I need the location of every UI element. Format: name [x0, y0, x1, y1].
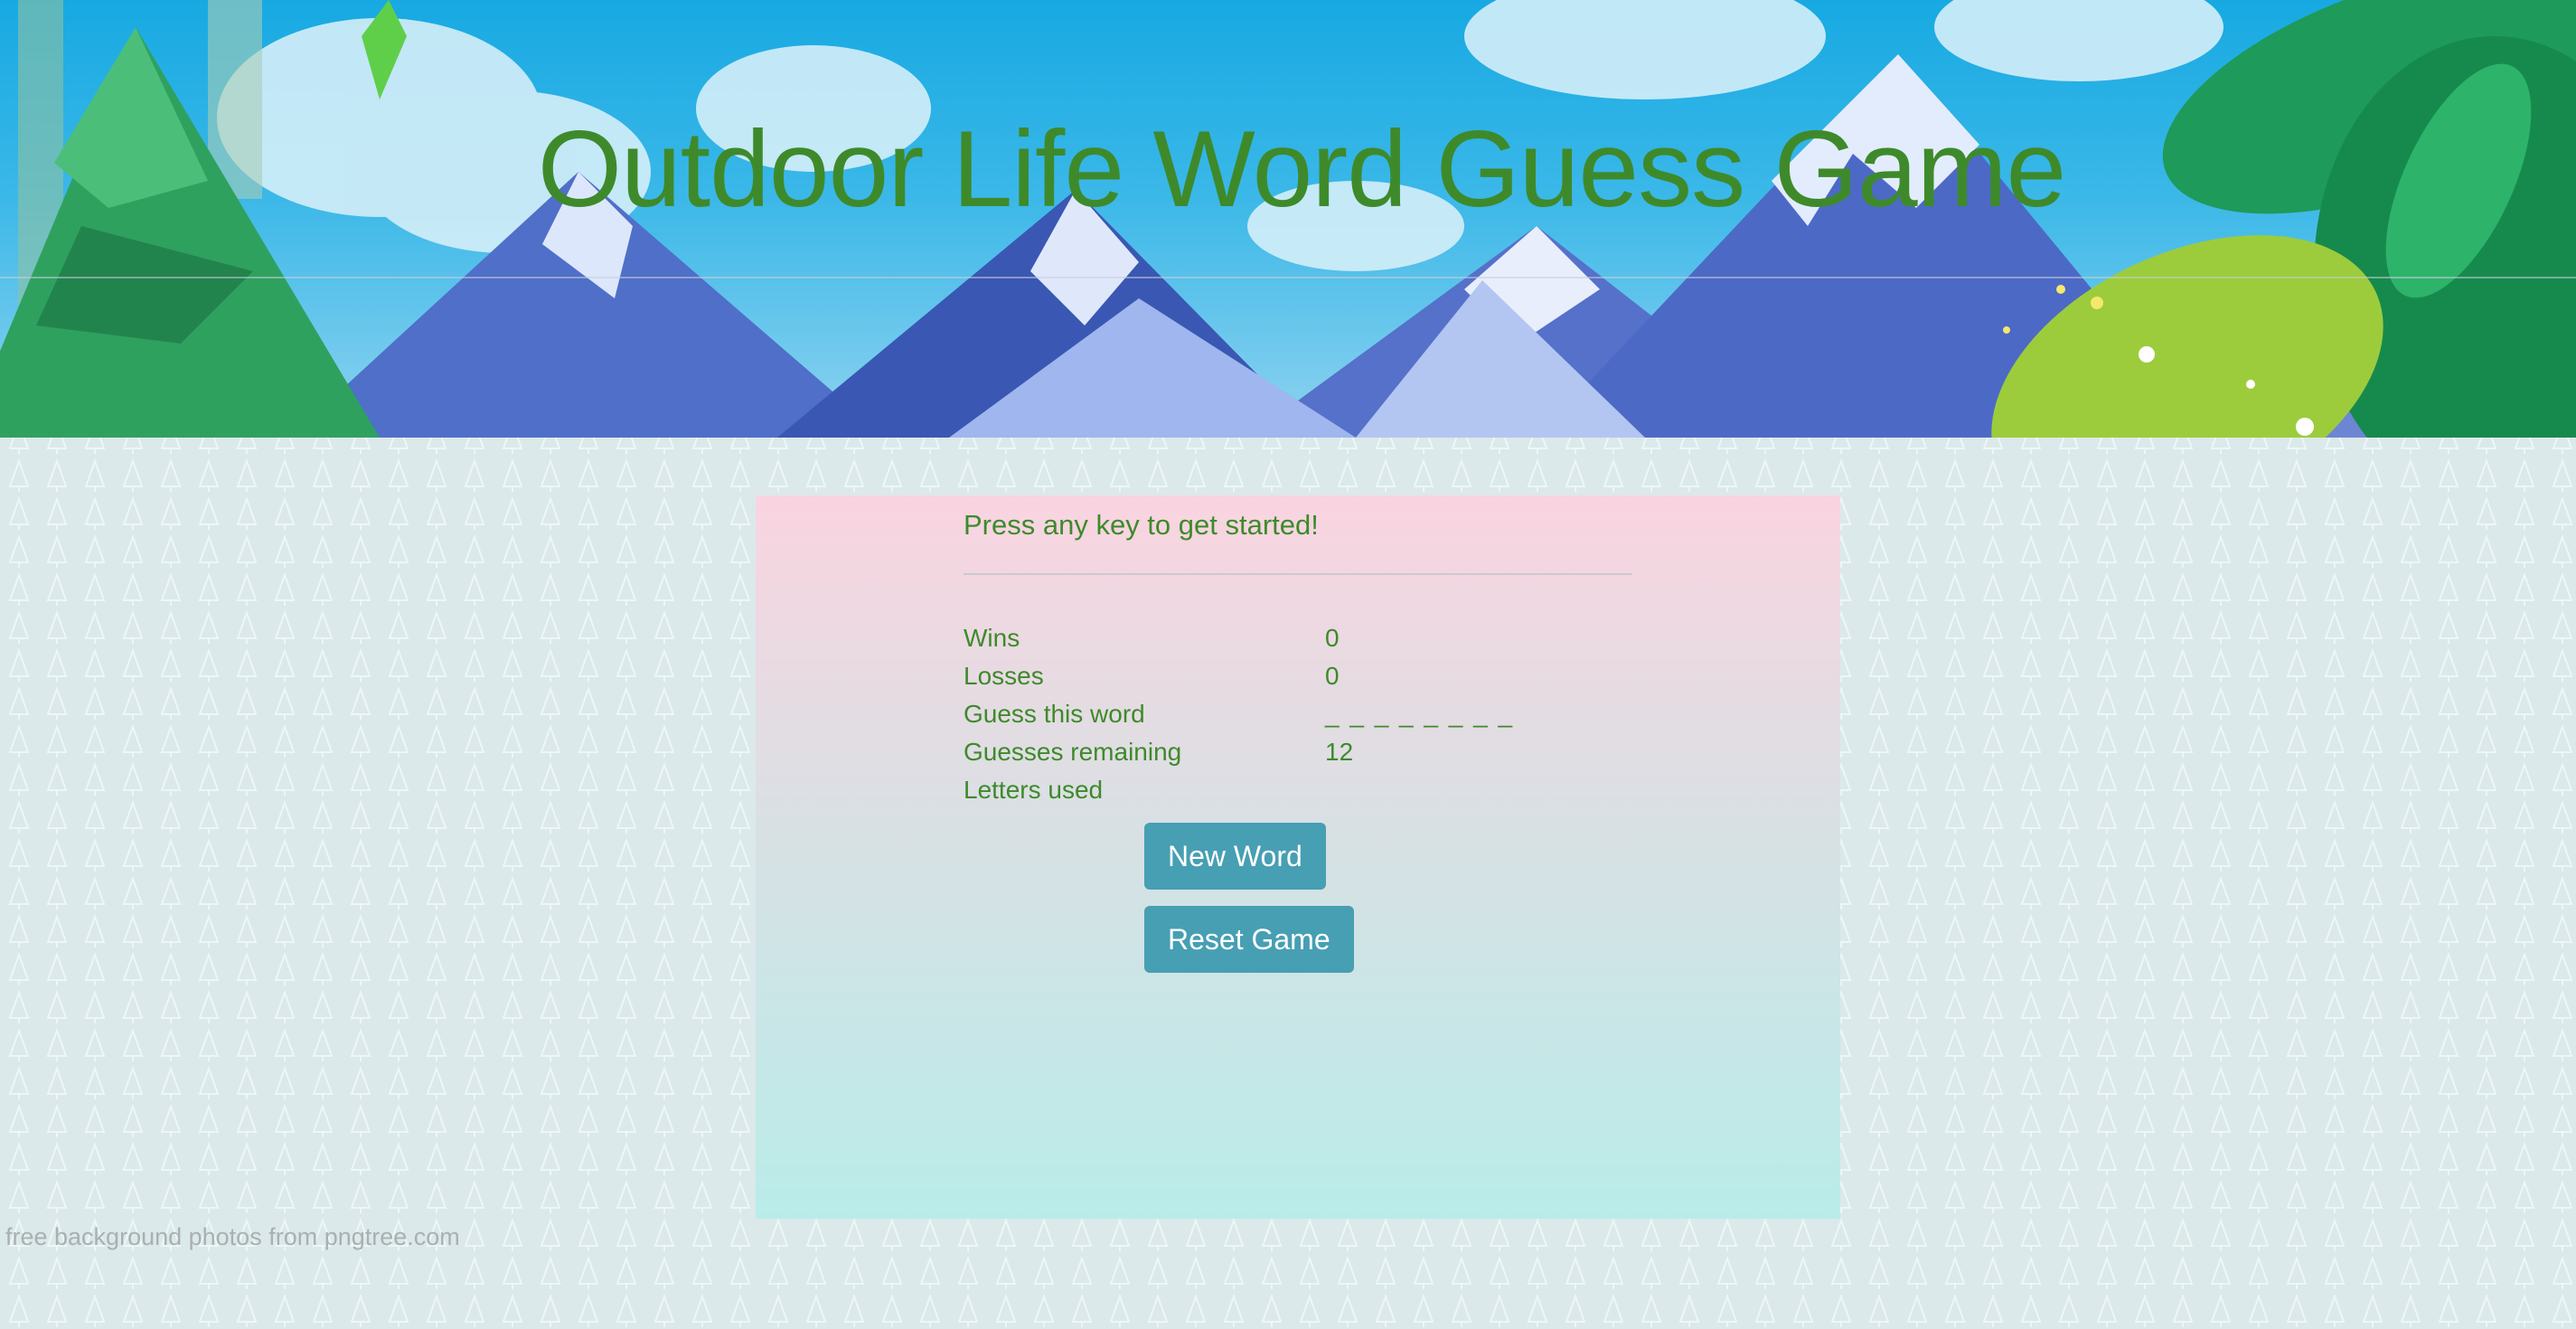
- header-divider: [0, 277, 2576, 278]
- new-word-button[interactable]: New Word: [1144, 823, 1326, 890]
- prompt-divider: [964, 573, 1632, 575]
- guesses-remaining-value: 12: [1325, 738, 1354, 766]
- word-blanks: _ _ _ _ _ _ _ _: [1325, 700, 1515, 728]
- background-credit: free background photos from pngtree.com: [5, 1223, 460, 1250]
- stat-row-word: Guess this word _ _ _ _ _ _ _ _: [964, 695, 1514, 733]
- stat-row-losses: Losses 0: [964, 657, 1514, 695]
- losses-label: Losses: [964, 662, 1044, 690]
- reset-game-button[interactable]: Reset Game: [1144, 906, 1354, 973]
- word-label: Guess this word: [964, 700, 1145, 728]
- letters-used-label: Letters used: [964, 776, 1104, 804]
- stat-row-guesses: Guesses remaining 12: [964, 733, 1514, 771]
- wins-label: Wins: [964, 624, 1020, 652]
- guesses-remaining-label: Guesses remaining: [964, 738, 1182, 766]
- header-banner: Outdoor Life Word Guess Game: [0, 0, 2576, 438]
- wins-value: 0: [1325, 624, 1340, 652]
- stat-row-wins: Wins 0: [964, 619, 1514, 657]
- page-title: Outdoor Life Word Guess Game: [537, 108, 2067, 230]
- losses-value: 0: [1325, 662, 1340, 690]
- stats-table: Wins 0 Losses 0 Guess this word _ _ _ _ …: [964, 619, 1514, 809]
- start-prompt: Press any key to get started!: [964, 509, 1319, 541]
- stat-row-letters: Letters used: [964, 771, 1514, 809]
